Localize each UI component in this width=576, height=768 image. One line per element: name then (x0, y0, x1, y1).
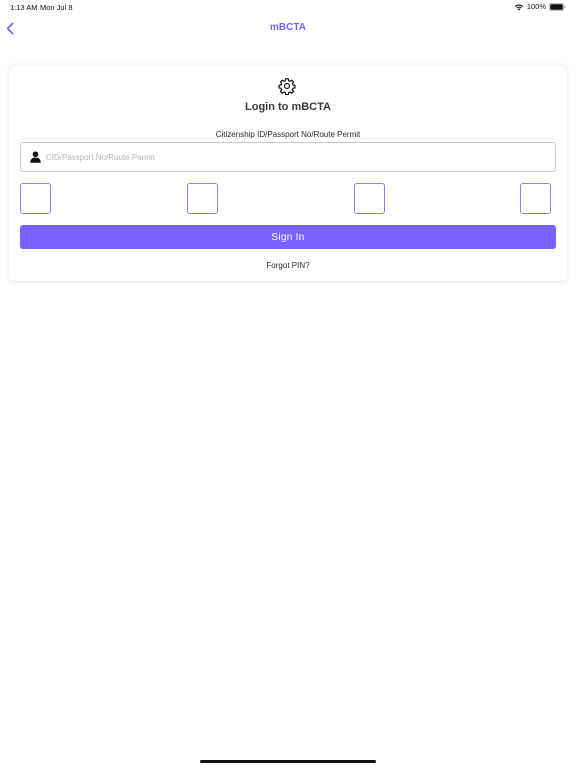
navigation-bar: mBCTA (0, 14, 576, 42)
pin-digit-2[interactable] (187, 183, 218, 214)
page-title: mBCTA (270, 22, 306, 33)
forgot-pin-link[interactable]: Forgot PIN? (9, 261, 567, 270)
status-bar: 1:13 AM Mon Jul 8 100% (0, 0, 576, 14)
status-date: Mon Jul 8 (40, 3, 73, 12)
battery-percent: 100% (526, 2, 546, 11)
user-icon (30, 151, 41, 163)
battery-icon (549, 2, 566, 11)
login-card: Login to mBCTA Citizenship ID/Passport N… (9, 66, 567, 281)
home-indicator[interactable] (200, 760, 376, 763)
pin-digit-3[interactable] (354, 183, 385, 214)
gear-icon (278, 77, 296, 95)
sign-in-button[interactable]: Sign In (20, 225, 556, 249)
id-input[interactable] (46, 143, 546, 171)
id-field (20, 142, 556, 172)
pin-digit-4[interactable] (520, 183, 551, 214)
status-time: 1:13 AM (10, 3, 38, 12)
status-indicators: 100% (514, 2, 566, 11)
pin-digit-1[interactable] (20, 183, 51, 214)
wifi-icon (514, 3, 524, 11)
id-field-label: Citizenship ID/Passport No/Route Permit (215, 130, 361, 139)
login-title: Login to mBCTA (245, 101, 331, 113)
